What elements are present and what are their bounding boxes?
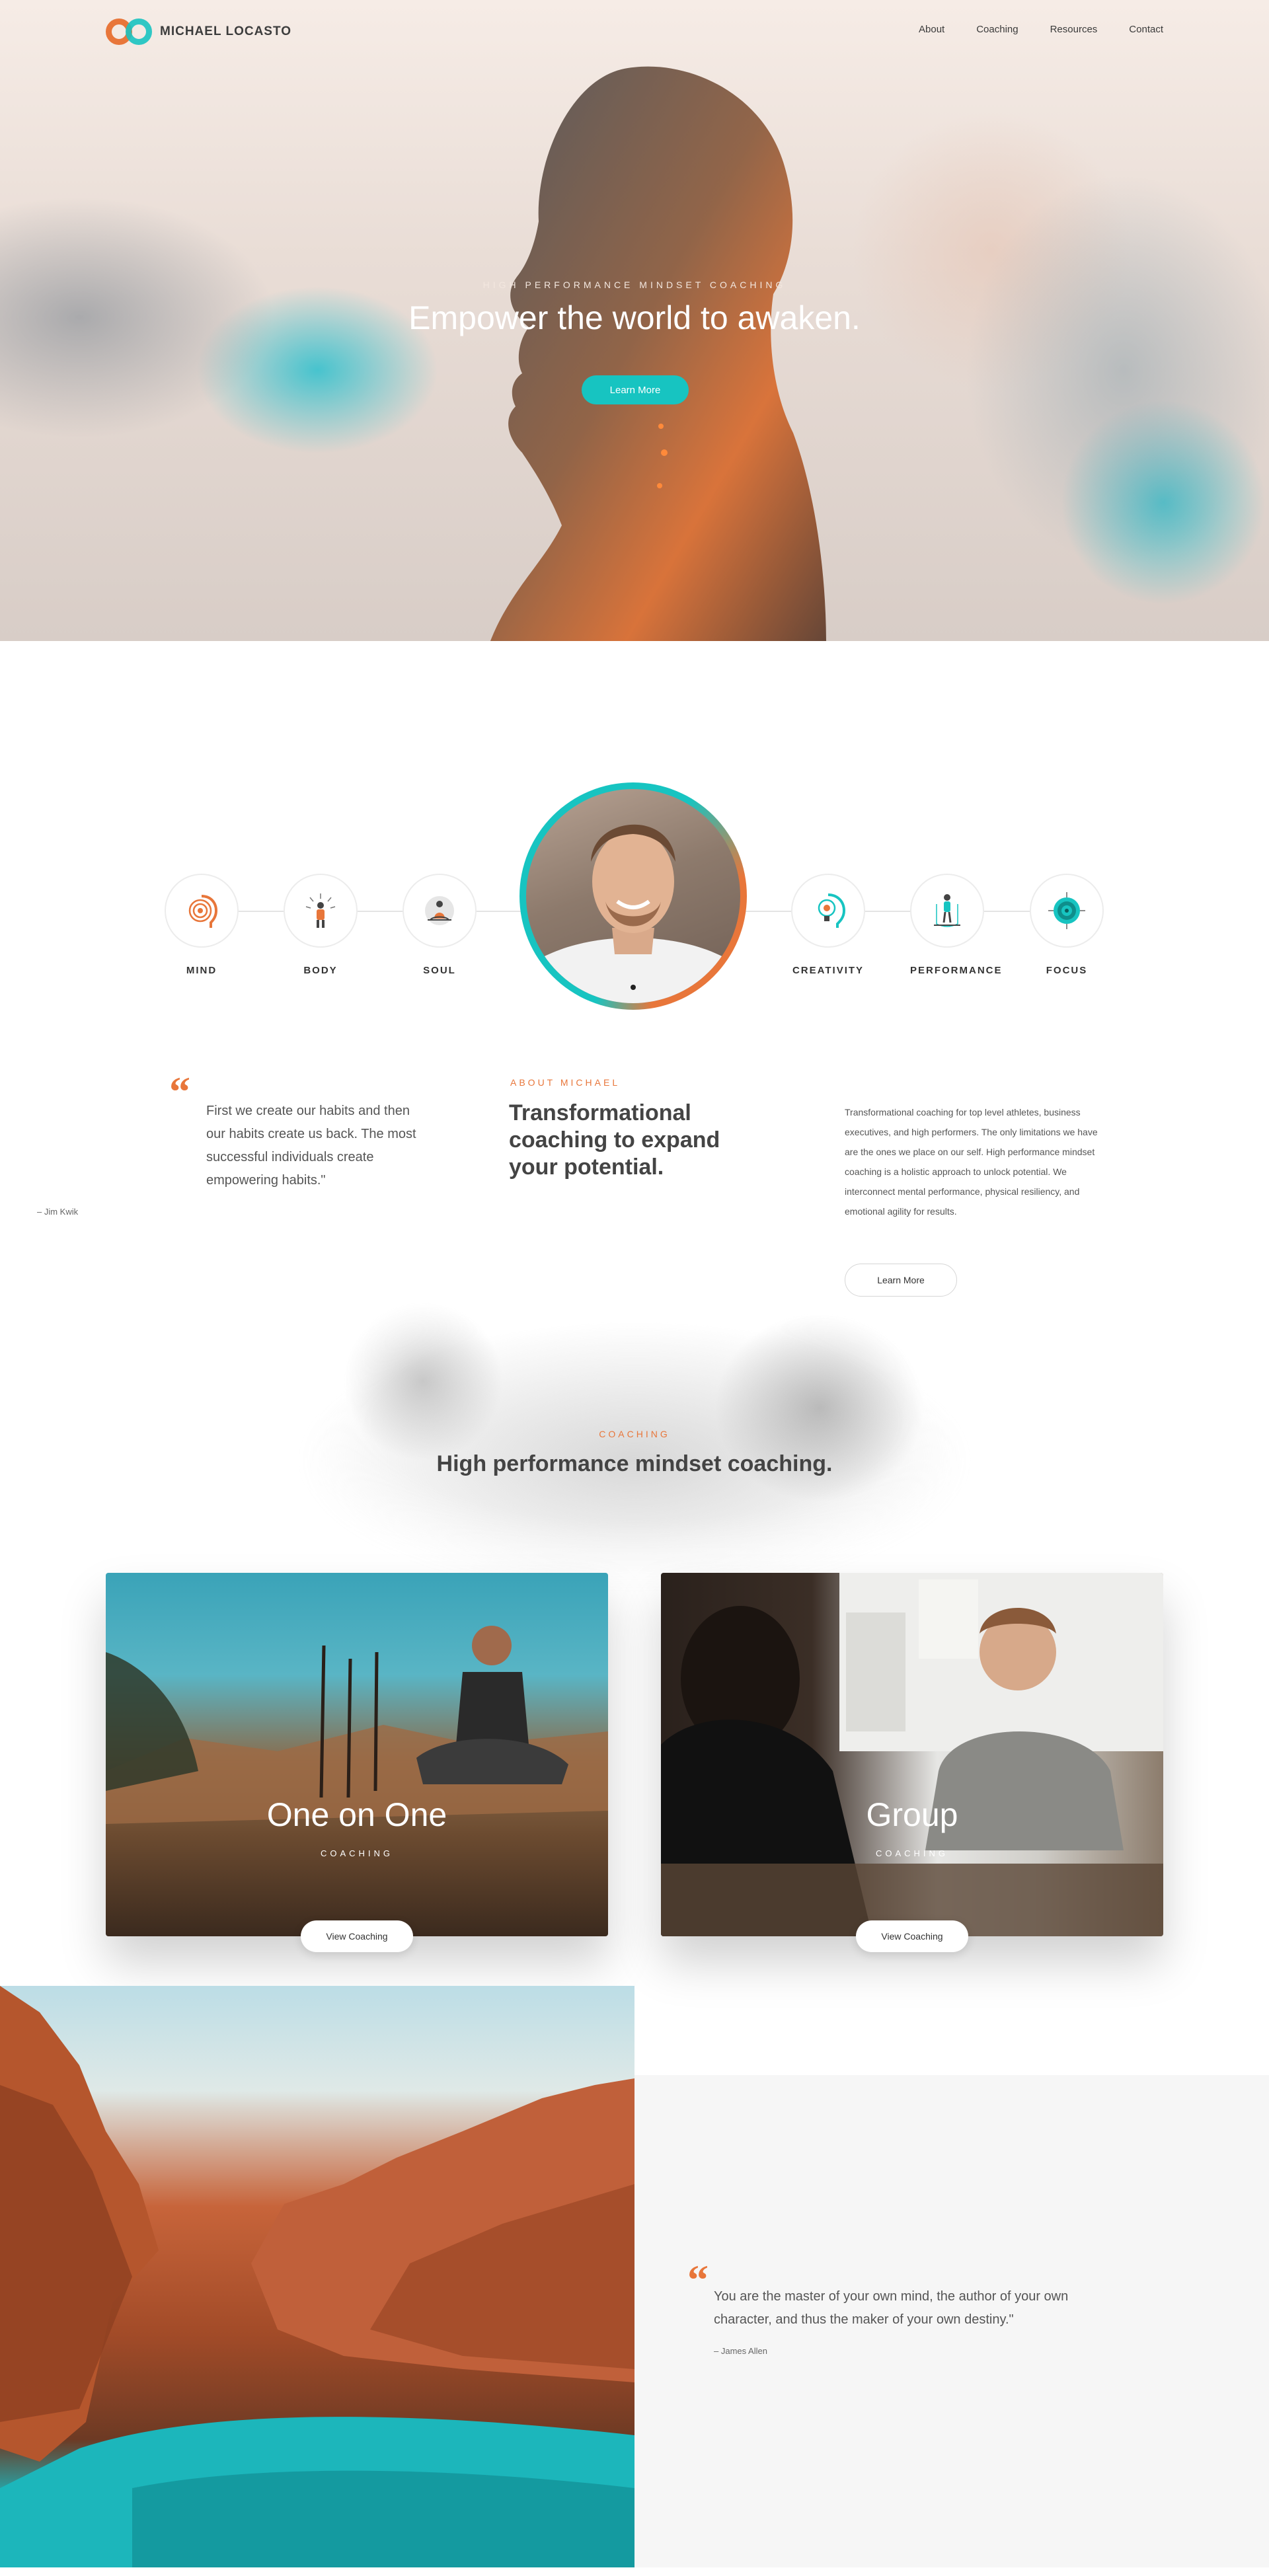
pillar-focus: FOCUS xyxy=(1030,874,1104,976)
nav-link-resources[interactable]: Resources xyxy=(1050,24,1098,35)
pillar-label-creativity: CREATIVITY xyxy=(792,965,865,976)
canyon-river-photo xyxy=(0,1986,634,2567)
pillar-label-body: BODY xyxy=(303,965,338,976)
group-coaching-card[interactable]: Group COACHING xyxy=(661,1573,1163,1936)
nav-link-contact[interactable]: Contact xyxy=(1129,24,1163,35)
coach-portrait-photo xyxy=(526,789,740,1003)
card-title-group: Group xyxy=(866,1796,958,1833)
spiral-head-icon xyxy=(188,895,218,928)
meditation-icon xyxy=(425,896,454,925)
meditation-canyon-photo xyxy=(106,1626,608,1824)
target-icon xyxy=(1048,892,1085,929)
pillar-mind: MIND xyxy=(165,874,239,976)
card-title-one-on-one: One on One xyxy=(266,1796,447,1833)
pillar-performance: PERFORMANCE xyxy=(910,874,1003,976)
site-logo[interactable]: MICHAEL LOCASTO xyxy=(106,19,291,45)
body-energy-icon xyxy=(305,893,336,928)
about-eyebrow: ABOUT MICHAEL xyxy=(510,1077,621,1088)
coach-portrait-ring xyxy=(519,782,747,1010)
card-subtitle-group: COACHING xyxy=(875,1848,949,1858)
one-on-one-coaching-card[interactable]: One on One COACHING xyxy=(106,1573,608,1936)
brand-name: MICHAEL LOCASTO xyxy=(160,24,292,38)
hero-learn-more-button[interactable]: Learn More xyxy=(582,375,689,404)
about-body-text: Transformational coaching for top level … xyxy=(845,1107,1098,1217)
view-coaching-group-button[interactable]: View Coaching xyxy=(856,1920,968,1952)
group-meeting-photo xyxy=(661,1573,1163,1936)
coaching-background-photo xyxy=(106,1249,1163,1593)
pillar-label-focus: FOCUS xyxy=(1046,965,1088,976)
coaching-eyebrow: COACHING xyxy=(599,1429,670,1439)
final-quote-author: – James Allen xyxy=(714,2346,767,2356)
about-learn-more-button[interactable]: Learn More xyxy=(845,1264,957,1297)
nav-link-about[interactable]: About xyxy=(919,24,944,35)
pillar-soul: SOUL xyxy=(403,874,477,976)
nav-menu: About Coaching Resources Contact xyxy=(919,24,1163,35)
infinity-logo-icon xyxy=(106,19,152,45)
card-subtitle-one-on-one: COACHING xyxy=(320,1848,394,1858)
pillar-body: BODY xyxy=(284,874,358,976)
lightbulb-head-icon xyxy=(818,893,846,928)
pillar-label-mind: MIND xyxy=(186,965,217,976)
about-heading: Transformational coaching to expand your… xyxy=(509,1100,720,1180)
pillar-creativity: CREATIVITY xyxy=(791,874,865,976)
about-quote-text: First we create our habits and then our … xyxy=(206,1104,416,1188)
nav-link-coaching[interactable]: Coaching xyxy=(976,24,1018,35)
pillar-label-soul: SOUL xyxy=(423,965,456,976)
coaching-heading: High performance mindset coaching. xyxy=(436,1451,833,1476)
final-quote-text: You are the master of your own mind, the… xyxy=(714,2289,1069,2327)
view-coaching-one-on-one-button[interactable]: View Coaching xyxy=(301,1920,413,1952)
hero-section: HIGH PERFORMANCE MINDSET COACHING Empowe… xyxy=(0,0,1269,641)
top-navigation: MICHAEL LOCASTO About Coaching Resources… xyxy=(0,0,1269,61)
final-quote-mark-icon: “ xyxy=(687,2256,709,2303)
jump-rope-icon xyxy=(934,894,960,927)
quote-mark-icon: “ xyxy=(169,1068,190,1115)
hero-title: Empower the world to awaken. xyxy=(408,299,861,336)
hero-eyebrow: HIGH PERFORMANCE MINDSET COACHING xyxy=(482,280,787,290)
pillar-label-performance: PERFORMANCE xyxy=(910,965,1003,976)
about-quote-author: – Jim Kwik xyxy=(37,1207,79,1217)
